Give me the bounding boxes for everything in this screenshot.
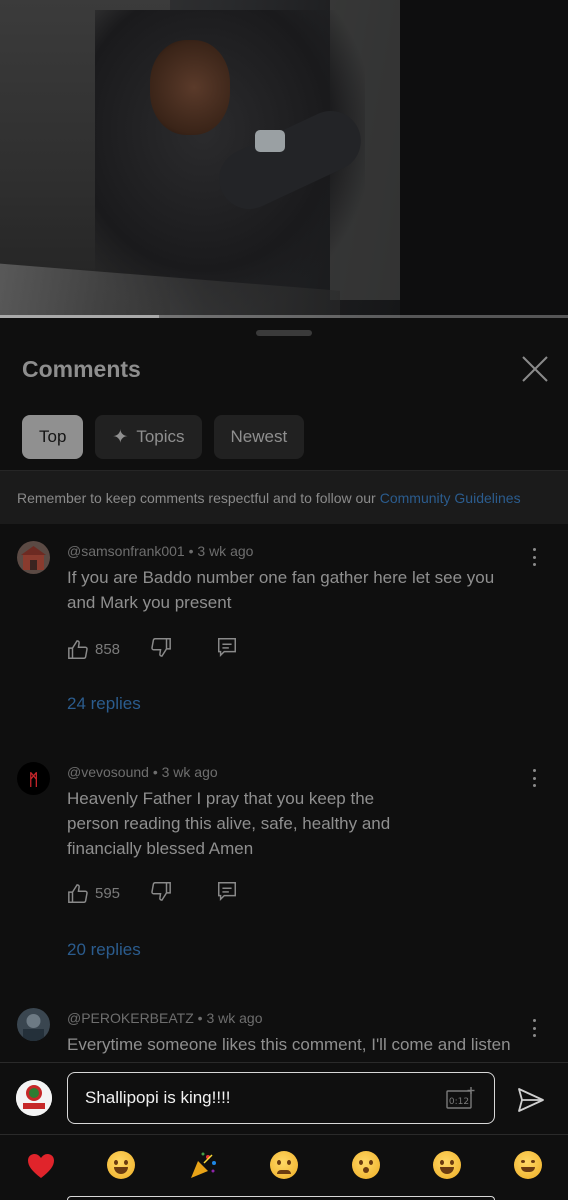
more-options-button[interactable] — [524, 766, 544, 790]
close-button[interactable] — [518, 352, 552, 386]
crying-emoji-button[interactable] — [270, 1151, 298, 1179]
comment-composer: Shallipopi is king!!!! — [0, 1062, 568, 1134]
timestamp-icon: 0:12 — [446, 1087, 475, 1109]
comment-text: Heavenly Father I pray that you keep the… — [67, 789, 391, 858]
like-button[interactable]: 595 — [67, 883, 120, 905]
my-avatar-image — [16, 1080, 52, 1116]
tears-of-joy-icon — [107, 1151, 135, 1179]
comment-input-value: Shallipopi is king!!!! — [85, 1088, 231, 1107]
sort-chips: Top ✦ Topics Newest — [22, 415, 305, 459]
svg-text:ᛗ: ᛗ — [29, 770, 39, 789]
like-count: 858 — [95, 641, 121, 658]
reply-icon — [218, 882, 237, 902]
video-background-figure — [400, 0, 568, 318]
more-options-button[interactable] — [524, 545, 544, 569]
comment-author[interactable]: @PEROKERBEATZ — [67, 1010, 194, 1026]
like-count: 595 — [95, 885, 121, 902]
comment-author[interactable]: @samsonfrank001 — [67, 543, 185, 559]
timestamp-label: 0:12 — [449, 1097, 469, 1107]
video-person-watch — [255, 130, 285, 152]
reply-button[interactable] — [216, 636, 238, 663]
thumbs-down-icon — [151, 882, 171, 901]
thumbs-up-icon — [68, 639, 88, 659]
tears-of-joy-emoji-button[interactable] — [107, 1151, 135, 1179]
smiling-icon — [514, 1151, 542, 1179]
chip-topics-label: Topics — [136, 427, 185, 446]
like-button[interactable]: 858 — [67, 639, 120, 661]
sparkle-icon: ✦ — [112, 426, 129, 448]
smiling-emoji-button[interactable] — [514, 1151, 542, 1179]
comment-input[interactable]: Shallipopi is king!!!! — [67, 1072, 495, 1124]
avatar[interactable] — [17, 541, 50, 574]
surprised-icon — [352, 1151, 380, 1179]
party-popper-icon — [191, 1152, 216, 1178]
avatar-image — [17, 541, 50, 574]
heart-icon — [28, 1154, 54, 1178]
more-options-button[interactable] — [524, 1016, 544, 1040]
notice-text: Remember to keep comments respectful and… — [17, 489, 376, 506]
add-timestamp-button[interactable]: 0:12 — [446, 1086, 476, 1110]
sweat-smile-emoji-button[interactable] — [433, 1151, 461, 1179]
avatar[interactable]: ᛗ — [17, 762, 50, 795]
sheet-title: Comments — [22, 356, 141, 382]
comment-actions: 858 — [67, 636, 238, 663]
view-replies-link[interactable]: 24 replies — [67, 694, 141, 714]
comment-meta: @PEROKERBEATZ • 3 wk ago — [67, 1010, 262, 1026]
send-icon — [518, 1088, 544, 1112]
chip-newest-label: Newest — [230, 427, 288, 446]
avatar-image: ᛗ — [17, 762, 50, 795]
view-replies-link[interactable]: 20 replies — [67, 940, 141, 960]
comment-item: @PEROKERBEATZ • 3 wk ago Everytime someo… — [0, 1008, 568, 1062]
comment-text: If you are Baddo number one fan gather h… — [67, 568, 495, 612]
avatar-image — [17, 1008, 50, 1041]
chip-newest[interactable]: Newest — [213, 415, 305, 459]
bottom-edge — [67, 1196, 495, 1200]
comment-age: • 3 wk ago — [193, 1010, 263, 1026]
close-icon — [522, 356, 548, 382]
comment-meta: @samsonfrank001 • 3 wk ago — [67, 543, 253, 559]
emoji-bar — [0, 1134, 568, 1200]
guidelines-notice: Remember to keep comments respectful and… — [0, 470, 568, 524]
comment-meta: @vevosound • 3 wk ago — [67, 764, 218, 780]
crying-icon — [270, 1151, 298, 1179]
chip-topics[interactable]: ✦ Topics — [95, 415, 202, 459]
chip-top-label: Top — [39, 427, 67, 446]
comment-actions: 595 — [67, 880, 238, 907]
reply-button[interactable] — [216, 880, 238, 907]
video-player[interactable] — [0, 0, 568, 318]
comment-age: • 3 wk ago — [148, 764, 218, 780]
thumbs-up-icon — [68, 883, 88, 903]
send-button[interactable] — [516, 1086, 546, 1114]
video-person-head — [150, 40, 230, 135]
thumbs-down-icon — [151, 638, 171, 657]
surprised-emoji-button[interactable] — [352, 1151, 380, 1179]
chip-top[interactable]: Top — [22, 415, 84, 459]
my-avatar — [16, 1080, 52, 1116]
dislike-button[interactable] — [150, 880, 172, 907]
sweat-smile-icon — [433, 1151, 461, 1179]
avatar[interactable] — [17, 1008, 50, 1041]
dislike-button[interactable] — [150, 636, 172, 663]
heart-emoji-button[interactable] — [26, 1151, 56, 1189]
reply-icon — [218, 638, 237, 658]
comment-author[interactable]: @vevosound — [67, 764, 149, 780]
drag-handle[interactable] — [256, 330, 312, 336]
comment-age: • 3 wk ago — [184, 543, 254, 559]
comment-text: Everytime someone likes this comment, I'… — [67, 1035, 511, 1054]
party-popper-emoji-button[interactable] — [188, 1151, 218, 1189]
community-guidelines-link[interactable]: Community Guidelines — [380, 490, 521, 506]
